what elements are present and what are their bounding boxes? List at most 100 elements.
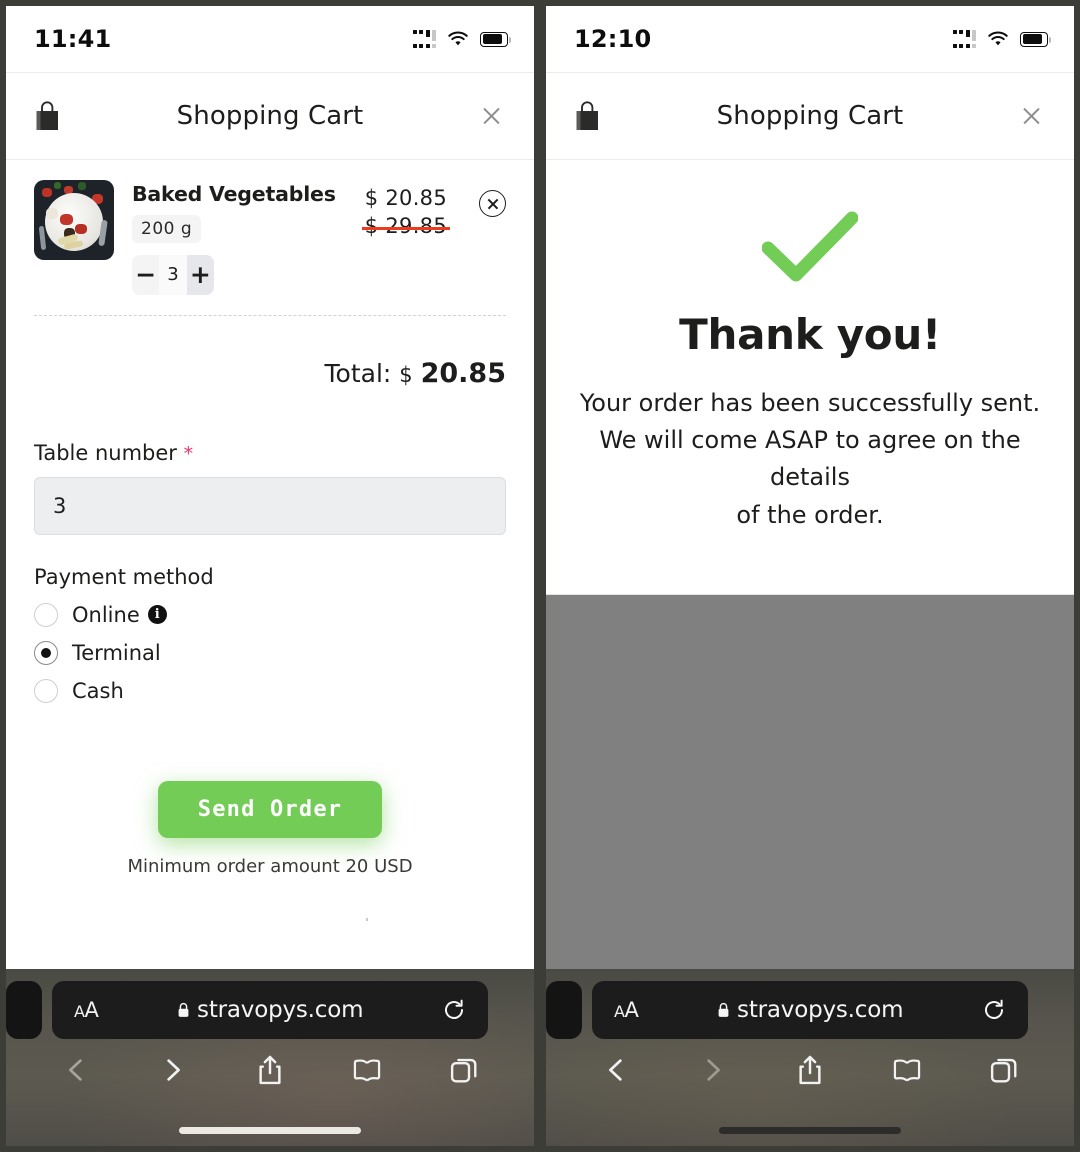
reload-icon[interactable] (442, 998, 466, 1022)
payment-option-terminal-label: Terminal (72, 640, 161, 665)
back-button[interactable] (59, 1053, 93, 1087)
share-button[interactable] (253, 1053, 287, 1087)
url-text: stravopys.com (197, 997, 364, 1023)
status-bar-time: 12:10 (574, 25, 652, 53)
bookmarks-icon (353, 1059, 380, 1082)
bookmarks-button[interactable] (350, 1053, 384, 1087)
shopping-bag-icon (36, 101, 58, 130)
status-bar-time: 11:41 (34, 25, 112, 53)
share-icon (259, 1055, 281, 1085)
back-button[interactable] (599, 1053, 633, 1087)
safari-toolbar (6, 1053, 534, 1087)
cart-total: Total: $ 20.85 (34, 316, 507, 389)
product-weight: 200 g (132, 214, 202, 243)
bookmarks-icon (893, 1059, 920, 1082)
text-size-button[interactable]: AA (74, 998, 99, 1022)
safari-chrome: AA stravopys.com (6, 969, 534, 1146)
payment-option-cash[interactable]: Cash (34, 678, 506, 703)
thank-you-title: Thank you! (679, 310, 941, 359)
address-bar[interactable]: AA stravopys.com (52, 981, 488, 1039)
two-phone-screenshot: 11:41 Shopping Cart Baked Vegetables 200… (0, 0, 1080, 1152)
safari-chrome: AA stravopys.com (546, 969, 1074, 1146)
green-checkmark-icon (761, 211, 859, 282)
thank-you-line-3: of the order. (736, 500, 884, 529)
radio-cash[interactable] (34, 678, 58, 703)
radio-terminal[interactable] (34, 640, 58, 665)
total-label: Total: (324, 358, 392, 388)
remove-item-button[interactable] (465, 180, 506, 295)
table-number-label: Table number * (34, 441, 506, 465)
table-number-input[interactable]: 3 (34, 476, 506, 535)
tabs-button[interactable] (987, 1053, 1021, 1087)
total-amount: 20.85 (420, 357, 506, 389)
thank-you-line-1: Your order has been successfully sent. (579, 389, 1041, 417)
url-text: stravopys.com (737, 997, 904, 1023)
thank-you-line-2: We will come ASAP to agree on the detail… (599, 426, 1021, 492)
forward-icon (707, 1059, 721, 1081)
info-icon[interactable]: i (147, 605, 167, 625)
shopping-bag-icon (576, 101, 598, 130)
payment-option-online-label: Online i (72, 603, 167, 627)
product-price-old: $ 29.85 (361, 214, 451, 238)
cart-modal-header: Shopping Cart (546, 72, 1074, 160)
payment-option-terminal[interactable]: Terminal (34, 640, 506, 665)
share-button[interactable] (793, 1053, 827, 1087)
home-indicator (179, 1127, 361, 1134)
reload-icon[interactable] (982, 998, 1006, 1022)
back-icon (609, 1059, 623, 1081)
close-icon[interactable] (476, 101, 506, 131)
share-icon (799, 1055, 821, 1085)
safari-toolbar (546, 1053, 1074, 1087)
status-bar: 12:10 (546, 6, 1074, 72)
tabs-icon (990, 1058, 1017, 1083)
signal-icon (412, 30, 436, 48)
product-price-current: $ 20.85 (364, 186, 447, 210)
radio-online[interactable] (34, 602, 58, 627)
cart-body: Baked Vegetables 200 g − 3 + $ 20.85 $ 2… (6, 160, 534, 981)
quantity-increase-button[interactable]: + (186, 254, 214, 295)
quantity-value: 3 (159, 254, 187, 295)
bookmarks-button[interactable] (890, 1053, 924, 1087)
remove-item-icon (479, 190, 506, 217)
wifi-icon (988, 31, 1008, 46)
stray-dot (366, 918, 368, 921)
table-number-value: 3 (53, 493, 67, 518)
thank-you-panel: Thank you! Your order has been successfu… (546, 160, 1074, 595)
send-order-area: Send Order (34, 780, 506, 838)
page-title: Shopping Cart (176, 101, 364, 131)
total-currency: $ (399, 362, 413, 387)
send-order-button[interactable]: Send Order (157, 780, 383, 838)
online-label-text: Online (72, 602, 140, 627)
right-phone-frame: 1 $ 12.95 ORDER (540, 0, 1080, 1152)
product-name: Baked Vegetables (132, 182, 336, 206)
quantity-stepper: − 3 + (132, 254, 214, 295)
battery-icon (480, 31, 511, 47)
tabs-icon (450, 1058, 477, 1083)
close-icon[interactable] (1016, 101, 1046, 131)
payment-option-online[interactable]: Online i (34, 602, 506, 627)
left-phone-frame: 11:41 Shopping Cart Baked Vegetables 200… (0, 0, 540, 1152)
payment-method-label: Payment method (34, 564, 214, 589)
wifi-icon (448, 31, 468, 46)
signal-icon (952, 30, 976, 48)
forward-button[interactable] (696, 1053, 730, 1087)
address-bar[interactable]: AA stravopys.com (592, 981, 1028, 1039)
home-indicator (719, 1127, 901, 1134)
tabs-button[interactable] (447, 1053, 481, 1087)
thank-you-text: Your order has been successfully sent. W… (576, 385, 1044, 534)
cart-modal-header: Shopping Cart (6, 72, 534, 160)
lock-icon (178, 1002, 189, 1017)
minimum-order-note: Minimum order amount 20 USD (127, 855, 413, 877)
cart-item-row: Baked Vegetables 200 g − 3 + $ 20.85 $ 2… (34, 160, 506, 309)
status-bar: 11:41 (6, 6, 534, 72)
table-number-label-text: Table number (34, 440, 177, 465)
forward-button[interactable] (156, 1053, 190, 1087)
quantity-decrease-button[interactable]: − (132, 254, 160, 295)
adjacent-tab-edge[interactable] (546, 981, 582, 1039)
adjacent-tab-edge[interactable] (6, 981, 42, 1039)
lock-icon (718, 1002, 729, 1017)
battery-icon (1020, 31, 1051, 47)
required-asterisk: * (183, 442, 194, 465)
text-size-button[interactable]: AA (614, 998, 639, 1022)
forward-icon (167, 1059, 181, 1081)
